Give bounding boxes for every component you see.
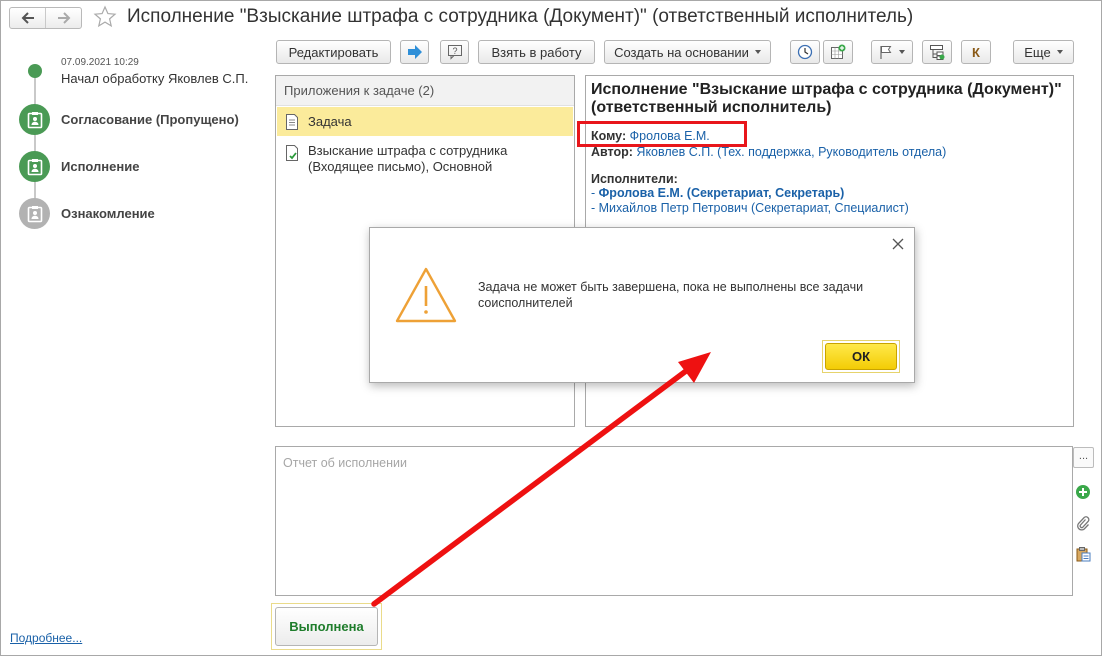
complete-task-button[interactable]: Выполнена [275,607,378,646]
attachment-item-letter-line2: (Входящее письмо), Основной [308,159,493,174]
highlight-box [577,121,747,147]
create-based-on-label: Создать на основании [614,44,749,60]
clock-icon [797,44,813,60]
clipboard-person-icon [27,205,42,222]
more-actions-label: Еще [1024,44,1051,60]
attachment-item-task[interactable]: Задача [277,107,573,136]
warning-triangle-icon [395,267,457,323]
question-button[interactable]: ? [440,40,469,64]
flag-icon [880,46,892,59]
author-value-link[interactable]: Яковлев С.П. (Тех. поддержка, Руководите… [636,145,946,159]
attachment-item-letter-line1: Взыскание штрафа с сотрудника [308,143,508,158]
tree-structure-icon [930,45,945,60]
edit-button-label: Редактировать [288,44,379,60]
take-to-work-label: Взять в работу [491,44,582,60]
timeline-step-acquaintance[interactable] [19,198,50,229]
timeline-start-label: Начал обработку Яковлев С.П. [61,71,249,86]
timeline-line [34,72,36,217]
timeline-step-approval[interactable] [19,104,50,135]
window-title: Исполнение "Взыскание штрафа с сотрудник… [127,6,914,27]
arrow-left-icon [21,12,34,24]
forward-button[interactable] [45,8,81,28]
chevron-down-icon [899,50,905,54]
history-button[interactable] [790,40,820,64]
document-icon [286,113,298,130]
clipboard-person-icon [27,111,42,128]
paperclip-icon[interactable] [1075,515,1091,531]
executor-prefix: - [591,201,599,215]
chevron-down-icon [1056,50,1063,54]
k-button[interactable]: К [961,40,991,64]
attachment-item-task-label: Задача [308,113,352,129]
ok-button[interactable]: ОК [825,343,897,370]
executor-item: - Михайлов Петр Петрович (Секретариат, С… [591,201,909,215]
warning-message: Задача не может быть завершена, пока не … [478,280,864,310]
executor-item: - Фролова Е.М. (Секретариат, Секретарь) [591,186,844,200]
executor-link-frolova[interactable]: Фролова Е.М. (Секретариат, Секретарь) [599,186,845,200]
structure-button[interactable] [922,40,952,64]
forward-task-button[interactable] [400,40,429,64]
more-details-link[interactable]: Подробнее... [10,631,82,645]
add-icon[interactable] [1075,484,1091,500]
attachment-item-letter-text: Взыскание штрафа с сотрудника (Входящее … [308,143,507,179]
attachment-item-letter[interactable]: Взыскание штрафа с сотрудника (Входящее … [277,143,573,179]
timeline-step-execution[interactable] [19,151,50,182]
timeline-step-approval-label: Согласование (Пропущено) [61,112,239,127]
attachments-header: Приложения к задаче (2) [276,76,574,106]
executor-prefix: - [591,186,599,200]
complete-task-button-label: Выполнена [289,619,364,634]
edit-button[interactable]: Редактировать [276,40,391,64]
task-details-title: Исполнение "Взыскание штрафа с сотрудник… [591,81,1062,116]
svg-text:?: ? [452,46,457,56]
k-button-label: К [972,44,980,60]
add-subtask-button[interactable] [823,40,853,64]
back-button[interactable] [10,8,45,28]
chevron-down-icon [754,50,761,54]
timeline-start-dot [28,64,42,78]
more-actions-button[interactable]: Еще [1013,40,1074,64]
executor-link-mikhailov[interactable]: Михайлов Петр Петрович (Секретариат, Спе… [599,201,909,215]
author-line: Автор: Яковлев С.П. (Тех. поддержка, Рук… [591,145,946,159]
favorite-star-icon[interactable] [93,5,117,32]
question-bubble-icon: ? [447,45,462,60]
close-icon[interactable] [891,237,905,251]
execution-report-placeholder: Отчет об исполнении [283,456,407,470]
clipboard-person-icon [27,158,42,175]
arrow-right-icon [57,12,70,24]
add-table-icon [831,44,846,59]
execution-report-input[interactable]: Отчет об исполнении [275,446,1073,596]
create-based-on-button[interactable]: Создать на основании [604,40,771,64]
nav-buttons [9,7,82,29]
report-more-button[interactable]: ... [1073,447,1094,468]
warning-dialog: Задача не может быть завершена, пока не … [369,227,915,383]
executors-label: Исполнители: [591,172,678,186]
author-label: Автор: [591,145,633,159]
ok-button-label: ОК [851,349,871,364]
flag-button[interactable] [871,40,913,64]
timeline-step-acquaintance-label: Ознакомление [61,206,155,221]
clipboard-paste-icon[interactable] [1075,546,1091,562]
timeline-start-date: 07.09.2021 10:29 [61,57,139,68]
timeline-step-execution-label: Исполнение [61,159,140,174]
arrow-right-blue-icon [407,45,422,59]
take-to-work-button[interactable]: Взять в работу [478,40,595,64]
incoming-document-icon [286,145,298,161]
